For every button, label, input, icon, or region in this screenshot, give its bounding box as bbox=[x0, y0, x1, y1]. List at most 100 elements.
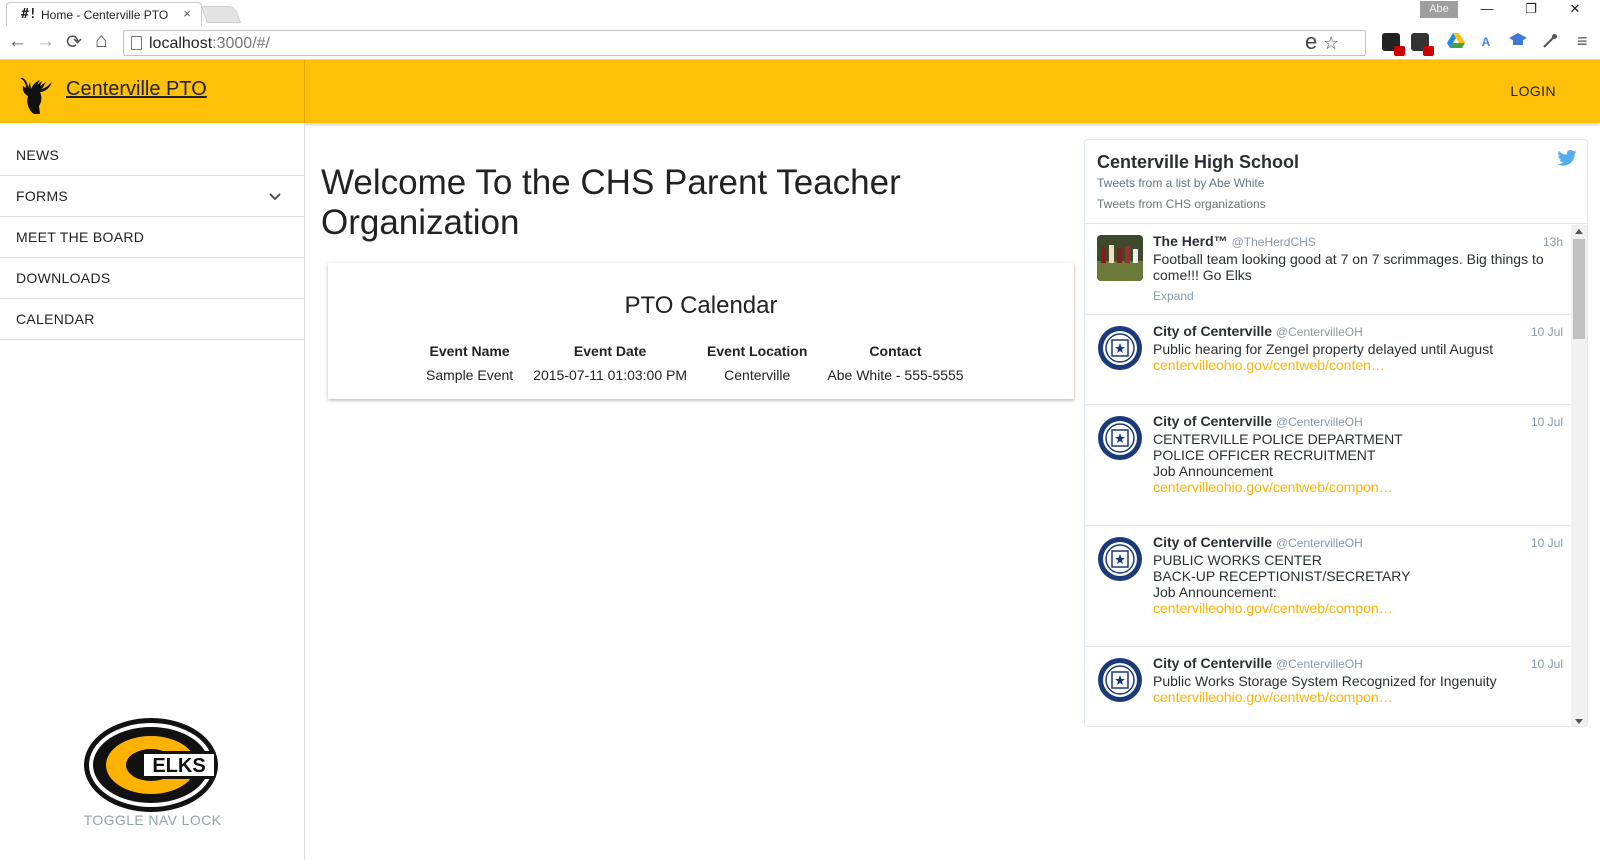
tweet-link[interactable]: centervilleohio.gov/centweb/compon… bbox=[1153, 689, 1563, 705]
page-title: Welcome To the CHS Parent Teacher Organi… bbox=[321, 163, 901, 242]
tweet-text: Public hearing for Zengel property delay… bbox=[1153, 341, 1494, 357]
reload-icon[interactable]: ⟳ bbox=[66, 31, 82, 54]
tweet-avatar[interactable] bbox=[1097, 536, 1143, 582]
sidebar-item-downloads[interactable]: DOWNLOADS bbox=[0, 258, 304, 299]
sidebar: NEWS FORMS MEET THE BOARD DOWNLOADS CALE… bbox=[0, 123, 305, 860]
table-cell: Sample Event bbox=[426, 367, 514, 383]
tweet-author-name[interactable]: City of Centerville bbox=[1153, 534, 1272, 550]
scroll-down-icon[interactable] bbox=[1575, 719, 1583, 724]
tweet-avatar[interactable] bbox=[1097, 415, 1143, 461]
column-header: Event Location bbox=[707, 343, 808, 359]
chevron-down-icon bbox=[268, 176, 282, 216]
page-icon bbox=[131, 36, 142, 50]
brand-area: Centerville PTO bbox=[0, 60, 305, 123]
twitter-title[interactable]: Centerville High School bbox=[1097, 152, 1299, 173]
tweet-timestamp[interactable]: 10 Jul bbox=[1531, 324, 1563, 340]
column-header: Event Name bbox=[429, 343, 510, 359]
sidebar-item-meet-the-board[interactable]: MEET THE BOARD bbox=[0, 217, 304, 258]
home-icon[interactable]: ⌂ bbox=[95, 29, 108, 53]
elk-logo-icon bbox=[20, 78, 52, 114]
tweet-author-name[interactable]: City of Centerville bbox=[1153, 655, 1272, 671]
extension-cap-icon[interactable] bbox=[1509, 33, 1527, 51]
tweet-text: PUBLIC WORKS CENTER BACK-UP RECEPTIONIST… bbox=[1153, 552, 1411, 600]
twitter-subtitle: Tweets from a list by Abe White bbox=[1097, 176, 1265, 190]
minimize-button[interactable]: — bbox=[1467, 0, 1507, 20]
twitter-widget: Centerville High School Tweets from a li… bbox=[1084, 139, 1588, 727]
tweet-author-handle[interactable]: @CentervilleOH bbox=[1276, 415, 1363, 429]
extension-1-icon[interactable] bbox=[1382, 33, 1405, 56]
google-drive-icon[interactable] bbox=[1447, 33, 1465, 51]
table-header-row: Event Name Event Date Event Location Con… bbox=[416, 341, 974, 363]
tweet-item[interactable]: The Herd™ @TheHerdCHS 13h Football team … bbox=[1085, 225, 1573, 315]
twitter-description: Tweets from CHS organizations bbox=[1097, 197, 1266, 211]
table-cell: Centerville bbox=[724, 367, 791, 383]
sidebar-item-news[interactable]: NEWS bbox=[0, 135, 304, 176]
eyedropper-icon[interactable] bbox=[1541, 33, 1559, 51]
scrollbar-thumb[interactable] bbox=[1573, 239, 1585, 339]
tweet-item[interactable]: City of Centerville @CentervilleOH 10 Ju… bbox=[1085, 526, 1573, 647]
chrome-menu-icon[interactable]: ≡ bbox=[1577, 31, 1588, 52]
extension-2-icon[interactable] bbox=[1411, 33, 1434, 56]
address-bar[interactable]: localhost:3000/#/ e ☆ bbox=[123, 29, 1366, 56]
tweet-link[interactable]: centervilleohio.gov/centweb/conten… bbox=[1153, 357, 1563, 373]
toggle-nav-lock[interactable]: TOGGLE NAV LOCK bbox=[0, 812, 305, 828]
tweet-timestamp[interactable]: 10 Jul bbox=[1531, 414, 1563, 430]
tweet-text: CENTERVILLE POLICE DEPARTMENT POLICE OFF… bbox=[1153, 431, 1403, 479]
tweet-link[interactable]: centervilleohio.gov/centweb/compon… bbox=[1153, 600, 1563, 616]
tweet-timestamp[interactable]: 10 Jul bbox=[1531, 656, 1563, 672]
sidebar-item-calendar[interactable]: CALENDAR bbox=[0, 299, 304, 340]
tweet-avatar[interactable] bbox=[1097, 325, 1143, 371]
tweet-expand-link[interactable]: Expand bbox=[1153, 288, 1563, 304]
brand-link[interactable]: Centerville PTO bbox=[66, 78, 207, 101]
calendar-title: PTO Calendar bbox=[624, 292, 778, 319]
tweet-timestamp[interactable]: 13h bbox=[1543, 234, 1563, 250]
tweet-author-name[interactable]: City of Centerville bbox=[1153, 413, 1272, 429]
back-icon[interactable]: ← bbox=[8, 31, 27, 53]
column-header: Contact bbox=[869, 343, 922, 359]
table-cell: 2015-07-11 01:03:00 PM bbox=[533, 367, 688, 383]
browser-toolbar: ← → ⟳ ⌂ localhost:3000/#/ e ☆ A ≡ bbox=[0, 26, 1600, 60]
table-row: Sample Event 2015-07-11 01:03:00 PM Cent… bbox=[416, 363, 974, 387]
tweet-author-handle[interactable]: @CentervilleOH bbox=[1276, 657, 1363, 671]
close-window-button[interactable]: ✕ bbox=[1555, 0, 1595, 20]
app-header: Centerville PTO LOGIN bbox=[0, 60, 1600, 123]
twitter-header: Centerville High School Tweets from a li… bbox=[1085, 140, 1587, 224]
column-header: Event Date bbox=[573, 343, 647, 359]
bookmark-star-icon[interactable]: ☆ bbox=[1323, 33, 1339, 54]
svg-text:ELKS: ELKS bbox=[152, 755, 205, 777]
calendar-card: PTO Calendar Event Name Event Date Event… bbox=[328, 263, 1074, 399]
tweet-timestamp[interactable]: 10 Jul bbox=[1531, 535, 1563, 551]
sidebar-item-forms[interactable]: FORMS bbox=[0, 176, 304, 217]
elks-logo: ELKS bbox=[84, 718, 218, 812]
main-content: Welcome To the CHS Parent Teacher Organi… bbox=[305, 123, 1600, 860]
tweet-avatar[interactable] bbox=[1097, 657, 1143, 703]
tweet-item[interactable]: City of Centerville @CentervilleOH 10 Ju… bbox=[1085, 315, 1573, 405]
edge-ie-icon[interactable]: e bbox=[1305, 29, 1317, 55]
tweet-link[interactable]: centervilleohio.gov/centweb/compon… bbox=[1153, 479, 1563, 495]
tweet-author-handle[interactable]: @CentervilleOH bbox=[1276, 325, 1363, 339]
login-link[interactable]: LOGIN bbox=[1510, 83, 1556, 99]
browser-titlebar: #! Home - Centerville PTO × Abe — ❐ ✕ bbox=[0, 0, 1600, 26]
tweet-item[interactable]: City of Centerville @CentervilleOH 10 Ju… bbox=[1085, 647, 1573, 726]
tab-close-icon[interactable]: × bbox=[183, 6, 191, 21]
tweet-text: Public Works Storage System Recognized f… bbox=[1153, 673, 1497, 689]
forward-icon[interactable]: → bbox=[36, 31, 55, 53]
twitter-bird-icon[interactable] bbox=[1557, 150, 1577, 166]
restore-button[interactable]: ❐ bbox=[1511, 0, 1551, 20]
table-cell: Abe White - 555-5555 bbox=[827, 367, 964, 383]
new-tab-button[interactable] bbox=[200, 6, 242, 23]
tweet-author-handle[interactable]: @TheHerdCHS bbox=[1232, 235, 1316, 249]
tweet-list-scrollbar[interactable] bbox=[1571, 225, 1587, 726]
tweet-list: The Herd™ @TheHerdCHS 13h Football team … bbox=[1085, 225, 1573, 726]
scroll-up-icon[interactable] bbox=[1575, 229, 1583, 234]
tweet-item[interactable]: City of Centerville @CentervilleOH 10 Ju… bbox=[1085, 405, 1573, 526]
tweet-author-name[interactable]: The Herd™ bbox=[1153, 233, 1228, 249]
address-url: localhost:3000/#/ bbox=[149, 35, 270, 52]
tweet-author-name[interactable]: City of Centerville bbox=[1153, 323, 1272, 339]
browser-tab[interactable]: #! Home - Centerville PTO × bbox=[6, 2, 202, 26]
tweet-author-handle[interactable]: @CentervilleOH bbox=[1276, 536, 1363, 550]
tab-title: Home - Centerville PTO bbox=[41, 8, 169, 22]
tweet-avatar[interactable] bbox=[1097, 235, 1143, 281]
profile-button[interactable]: Abe bbox=[1420, 1, 1458, 18]
translate-icon[interactable]: A bbox=[1477, 33, 1495, 51]
